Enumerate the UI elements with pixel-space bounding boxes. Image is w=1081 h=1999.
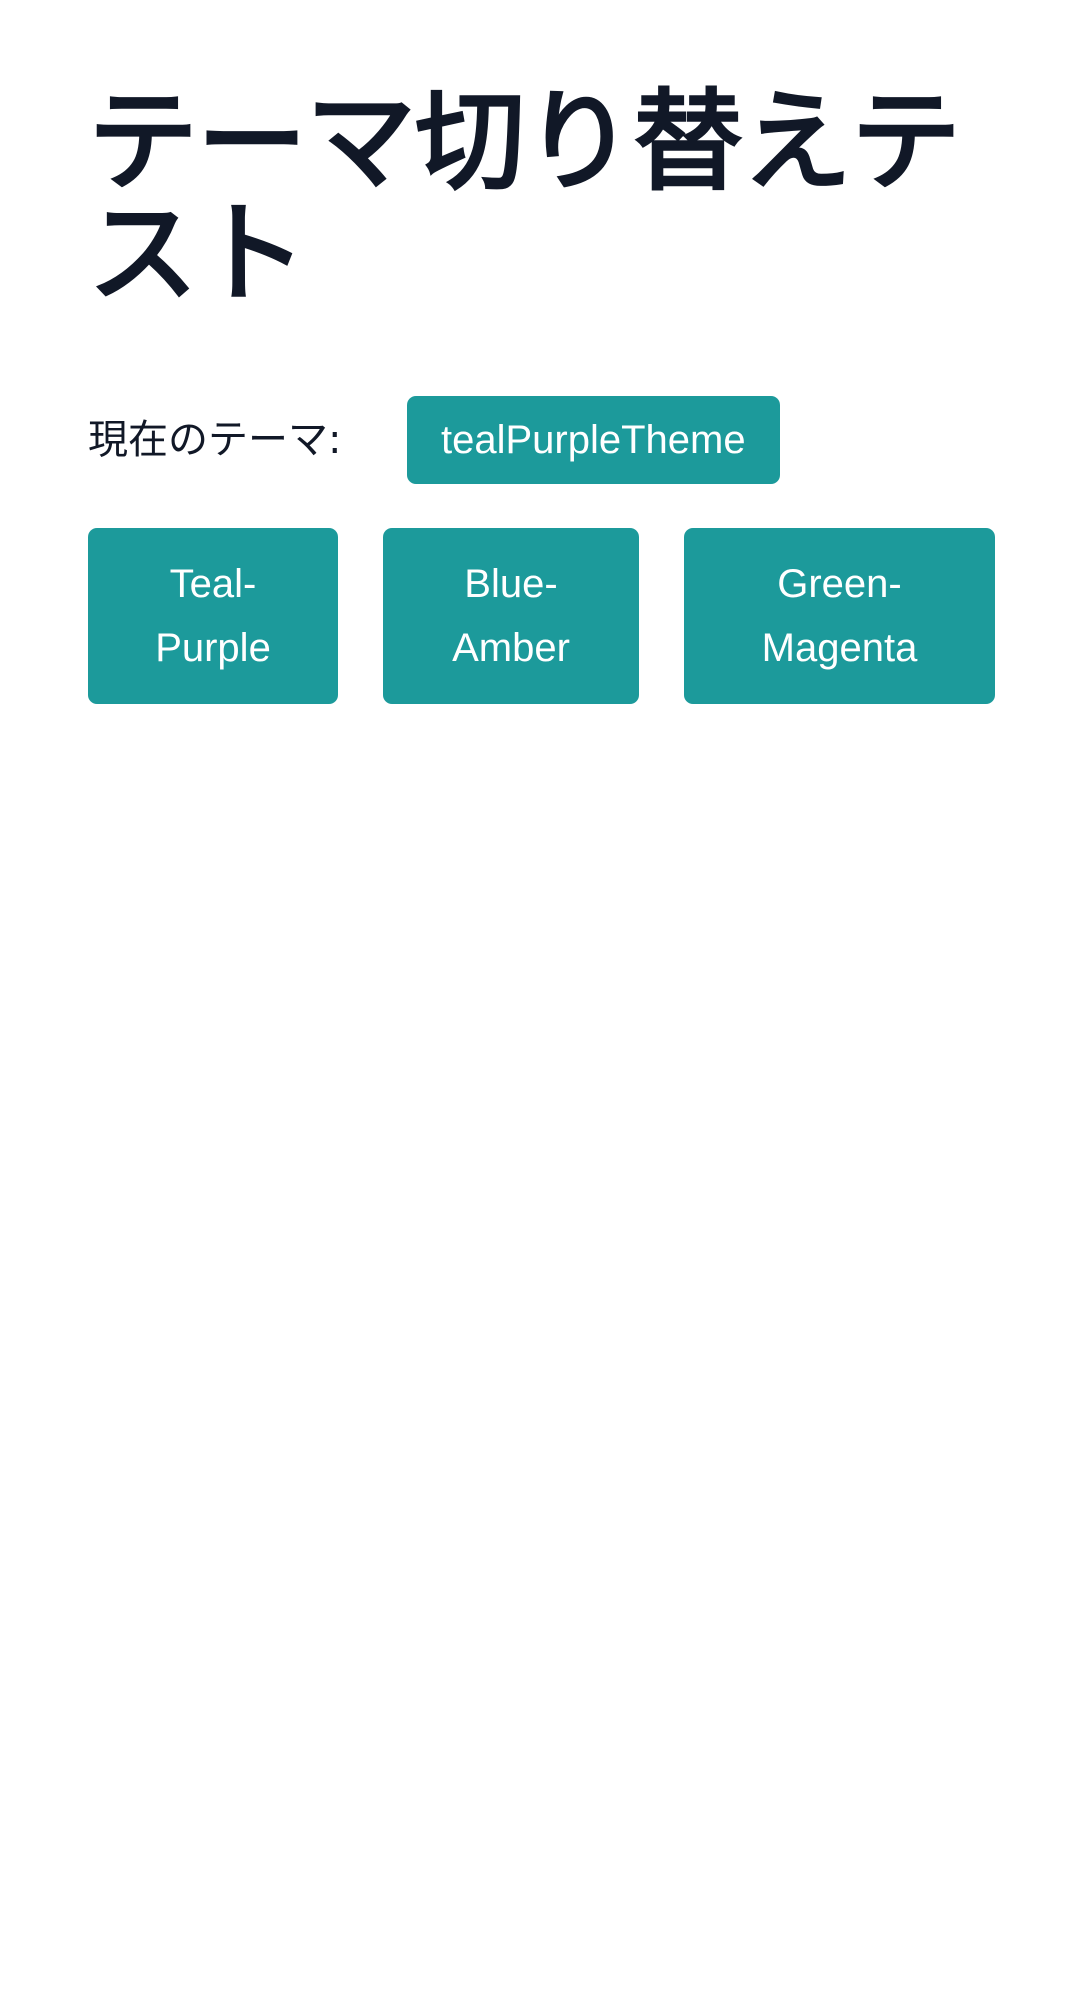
- page-title: テーマ切り替えテスト: [88, 78, 961, 318]
- current-theme-row: 現在のテーマ: tealPurpleTheme: [88, 396, 780, 484]
- blue-amber-theme-button-label: Blue- Amber: [452, 562, 570, 670]
- green-magenta-theme-button-label: Green- Magenta: [761, 562, 918, 670]
- current-theme-label: 現在のテーマ:: [88, 417, 342, 463]
- current-theme-badge: tealPurpleTheme: [407, 396, 780, 484]
- blue-amber-theme-button[interactable]: Blue- Amber: [383, 528, 639, 704]
- theme-button-group: Teal- Purple Blue- Amber Green- Magenta: [88, 528, 1000, 704]
- teal-purple-theme-button[interactable]: Teal- Purple: [88, 528, 338, 704]
- green-magenta-theme-button[interactable]: Green- Magenta: [684, 528, 995, 704]
- teal-purple-theme-button-label: Teal- Purple: [155, 562, 271, 670]
